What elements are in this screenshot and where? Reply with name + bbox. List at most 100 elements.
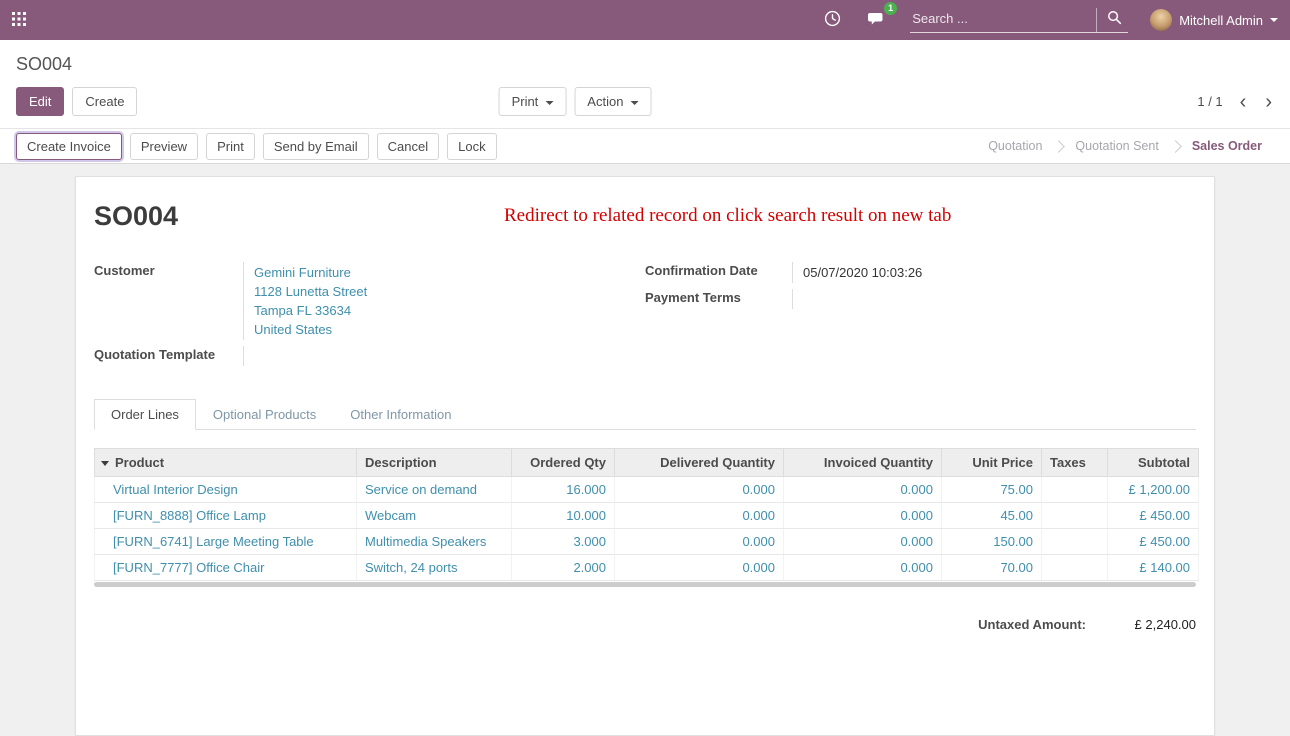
cell-taxes <box>1042 529 1108 555</box>
status-pipeline: Quotation Quotation Sent Sales Order <box>972 129 1290 163</box>
customer-name: Gemini Furniture <box>254 263 645 282</box>
column-header-description[interactable]: Description <box>357 449 512 477</box>
cell-product: [FURN_7777] Office Chair <box>95 555 357 581</box>
untaxed-amount-label: Untaxed Amount: <box>978 617 1086 632</box>
quotation-template-value <box>244 346 645 366</box>
unread-count-badge: 1 <box>884 2 897 15</box>
customer-country: United States <box>254 320 645 339</box>
messages-button[interactable]: 1 <box>865 9 888 32</box>
cell-unit-price: 75.00 <box>942 477 1042 503</box>
customer-link[interactable]: Gemini Furniture 1128 Lunetta Street Tam… <box>244 262 645 340</box>
totals-section: Untaxed Amount: £ 2,240.00 <box>94 617 1196 652</box>
cell-invoiced-qty: 0.000 <box>784 555 942 581</box>
send-by-email-button[interactable]: Send by Email <box>263 133 369 160</box>
column-header-delivered-qty[interactable]: Delivered Quantity <box>615 449 784 477</box>
chat-bubble-icon <box>867 11 886 30</box>
create-button[interactable]: Create <box>72 87 137 116</box>
pager-next-button[interactable]: › <box>1263 95 1274 109</box>
cell-description: Webcam <box>357 503 512 529</box>
cell-description: Service on demand <box>357 477 512 503</box>
activities-button[interactable] <box>822 8 843 32</box>
annotation-text: Redirect to related record on click sear… <box>504 205 951 227</box>
table-horizontal-scrollbar[interactable] <box>94 582 1196 587</box>
lock-button[interactable]: Lock <box>447 133 496 160</box>
apps-menu-button[interactable] <box>10 10 28 31</box>
table-header-row: Product Description Ordered Qty Delivere… <box>95 449 1199 477</box>
print-dropdown[interactable]: Print <box>499 87 567 116</box>
pager-previous-button[interactable]: ‹ <box>1238 95 1249 109</box>
top-navbar: 1 Mitchell Admin <box>0 0 1290 40</box>
cell-ordered-qty: 10.000 <box>512 503 615 529</box>
user-menu[interactable]: Mitchell Admin <box>1150 9 1278 31</box>
customer-field-label: Customer <box>94 262 244 340</box>
column-caret-icon[interactable] <box>101 461 109 466</box>
order-line-row[interactable]: [FURN_8888] Office Lamp Webcam 10.000 0.… <box>95 503 1199 529</box>
navbar-systray: 1 Mitchell Admin <box>822 7 1278 33</box>
column-header-subtotal[interactable]: Subtotal <box>1108 449 1199 477</box>
clock-icon <box>824 10 841 30</box>
chevron-down-icon <box>545 101 553 105</box>
cell-ordered-qty: 2.000 <box>512 555 615 581</box>
quotation-template-label: Quotation Template <box>94 346 244 366</box>
search-button[interactable] <box>1096 8 1128 32</box>
status-step-sales-order[interactable]: Sales Order <box>1176 139 1278 153</box>
content-area: SO004 Redirect to related record on clic… <box>0 164 1290 736</box>
search-icon <box>1107 10 1122 28</box>
cell-subtotal: £ 450.00 <box>1108 529 1199 555</box>
create-invoice-button[interactable]: Create Invoice <box>16 133 122 160</box>
product-header-label: Product <box>115 455 164 470</box>
column-header-product[interactable]: Product <box>95 449 357 477</box>
cell-invoiced-qty: 0.000 <box>784 529 942 555</box>
form-sheet: SO004 Redirect to related record on clic… <box>75 176 1215 736</box>
control-panel: SO004 Edit Create Print Action 1 / 1 ‹ › <box>0 40 1290 128</box>
tab-other-information[interactable]: Other Information <box>333 399 468 430</box>
order-line-row[interactable]: [FURN_6741] Large Meeting Table Multimed… <box>95 529 1199 555</box>
cell-description: Multimedia Speakers <box>357 529 512 555</box>
cancel-button[interactable]: Cancel <box>377 133 439 160</box>
customer-street: 1128 Lunetta Street <box>254 282 645 301</box>
cell-delivered-qty: 0.000 <box>615 555 784 581</box>
cell-delivered-qty: 0.000 <box>615 529 784 555</box>
status-step-quotation[interactable]: Quotation <box>972 139 1058 153</box>
breadcrumb: SO004 <box>16 54 72 74</box>
cell-product: Virtual Interior Design <box>95 477 357 503</box>
cell-subtotal: £ 1,200.00 <box>1108 477 1199 503</box>
column-header-taxes[interactable]: Taxes <box>1042 449 1108 477</box>
tab-order-lines[interactable]: Order Lines <box>94 399 196 430</box>
cell-ordered-qty: 3.000 <box>512 529 615 555</box>
cell-unit-price: 150.00 <box>942 529 1042 555</box>
column-header-invoiced-qty[interactable]: Invoiced Quantity <box>784 449 942 477</box>
column-header-ordered-qty[interactable]: Ordered Qty <box>512 449 615 477</box>
cell-delivered-qty: 0.000 <box>615 503 784 529</box>
cell-product: [FURN_6741] Large Meeting Table <box>95 529 357 555</box>
cell-product: [FURN_8888] Office Lamp <box>95 503 357 529</box>
cell-delivered-qty: 0.000 <box>615 477 784 503</box>
preview-button[interactable]: Preview <box>130 133 198 160</box>
print-statusbar-button[interactable]: Print <box>206 133 255 160</box>
notebook-tabs: Order Lines Optional Products Other Info… <box>94 398 1196 430</box>
apps-grid-icon <box>12 12 26 29</box>
cell-unit-price: 45.00 <box>942 503 1042 529</box>
order-lines-table: Product Description Ordered Qty Delivere… <box>94 448 1199 581</box>
edit-button[interactable]: Edit <box>16 87 64 116</box>
print-dropdown-label: Print <box>512 94 539 109</box>
chevron-down-icon <box>630 101 638 105</box>
cell-description: Switch, 24 ports <box>357 555 512 581</box>
customer-city: Tampa FL 33634 <box>254 301 645 320</box>
cell-taxes <box>1042 477 1108 503</box>
action-dropdown-label: Action <box>587 94 623 109</box>
column-header-unit-price[interactable]: Unit Price <box>942 449 1042 477</box>
search-input[interactable] <box>910 7 1096 32</box>
confirmation-date-value: 05/07/2020 10:03:26 <box>793 262 1196 283</box>
user-avatar <box>1150 9 1172 31</box>
cell-unit-price: 70.00 <box>942 555 1042 581</box>
cell-invoiced-qty: 0.000 <box>784 503 942 529</box>
pager-counter: 1 / 1 <box>1197 94 1222 109</box>
payment-terms-label: Payment Terms <box>645 289 793 309</box>
order-line-row[interactable]: Virtual Interior Design Service on deman… <box>95 477 1199 503</box>
cell-taxes <box>1042 555 1108 581</box>
status-step-quotation-sent[interactable]: Quotation Sent <box>1059 139 1174 153</box>
action-dropdown[interactable]: Action <box>574 87 651 116</box>
tab-optional-products[interactable]: Optional Products <box>196 399 333 430</box>
order-line-row[interactable]: [FURN_7777] Office Chair Switch, 24 port… <box>95 555 1199 581</box>
